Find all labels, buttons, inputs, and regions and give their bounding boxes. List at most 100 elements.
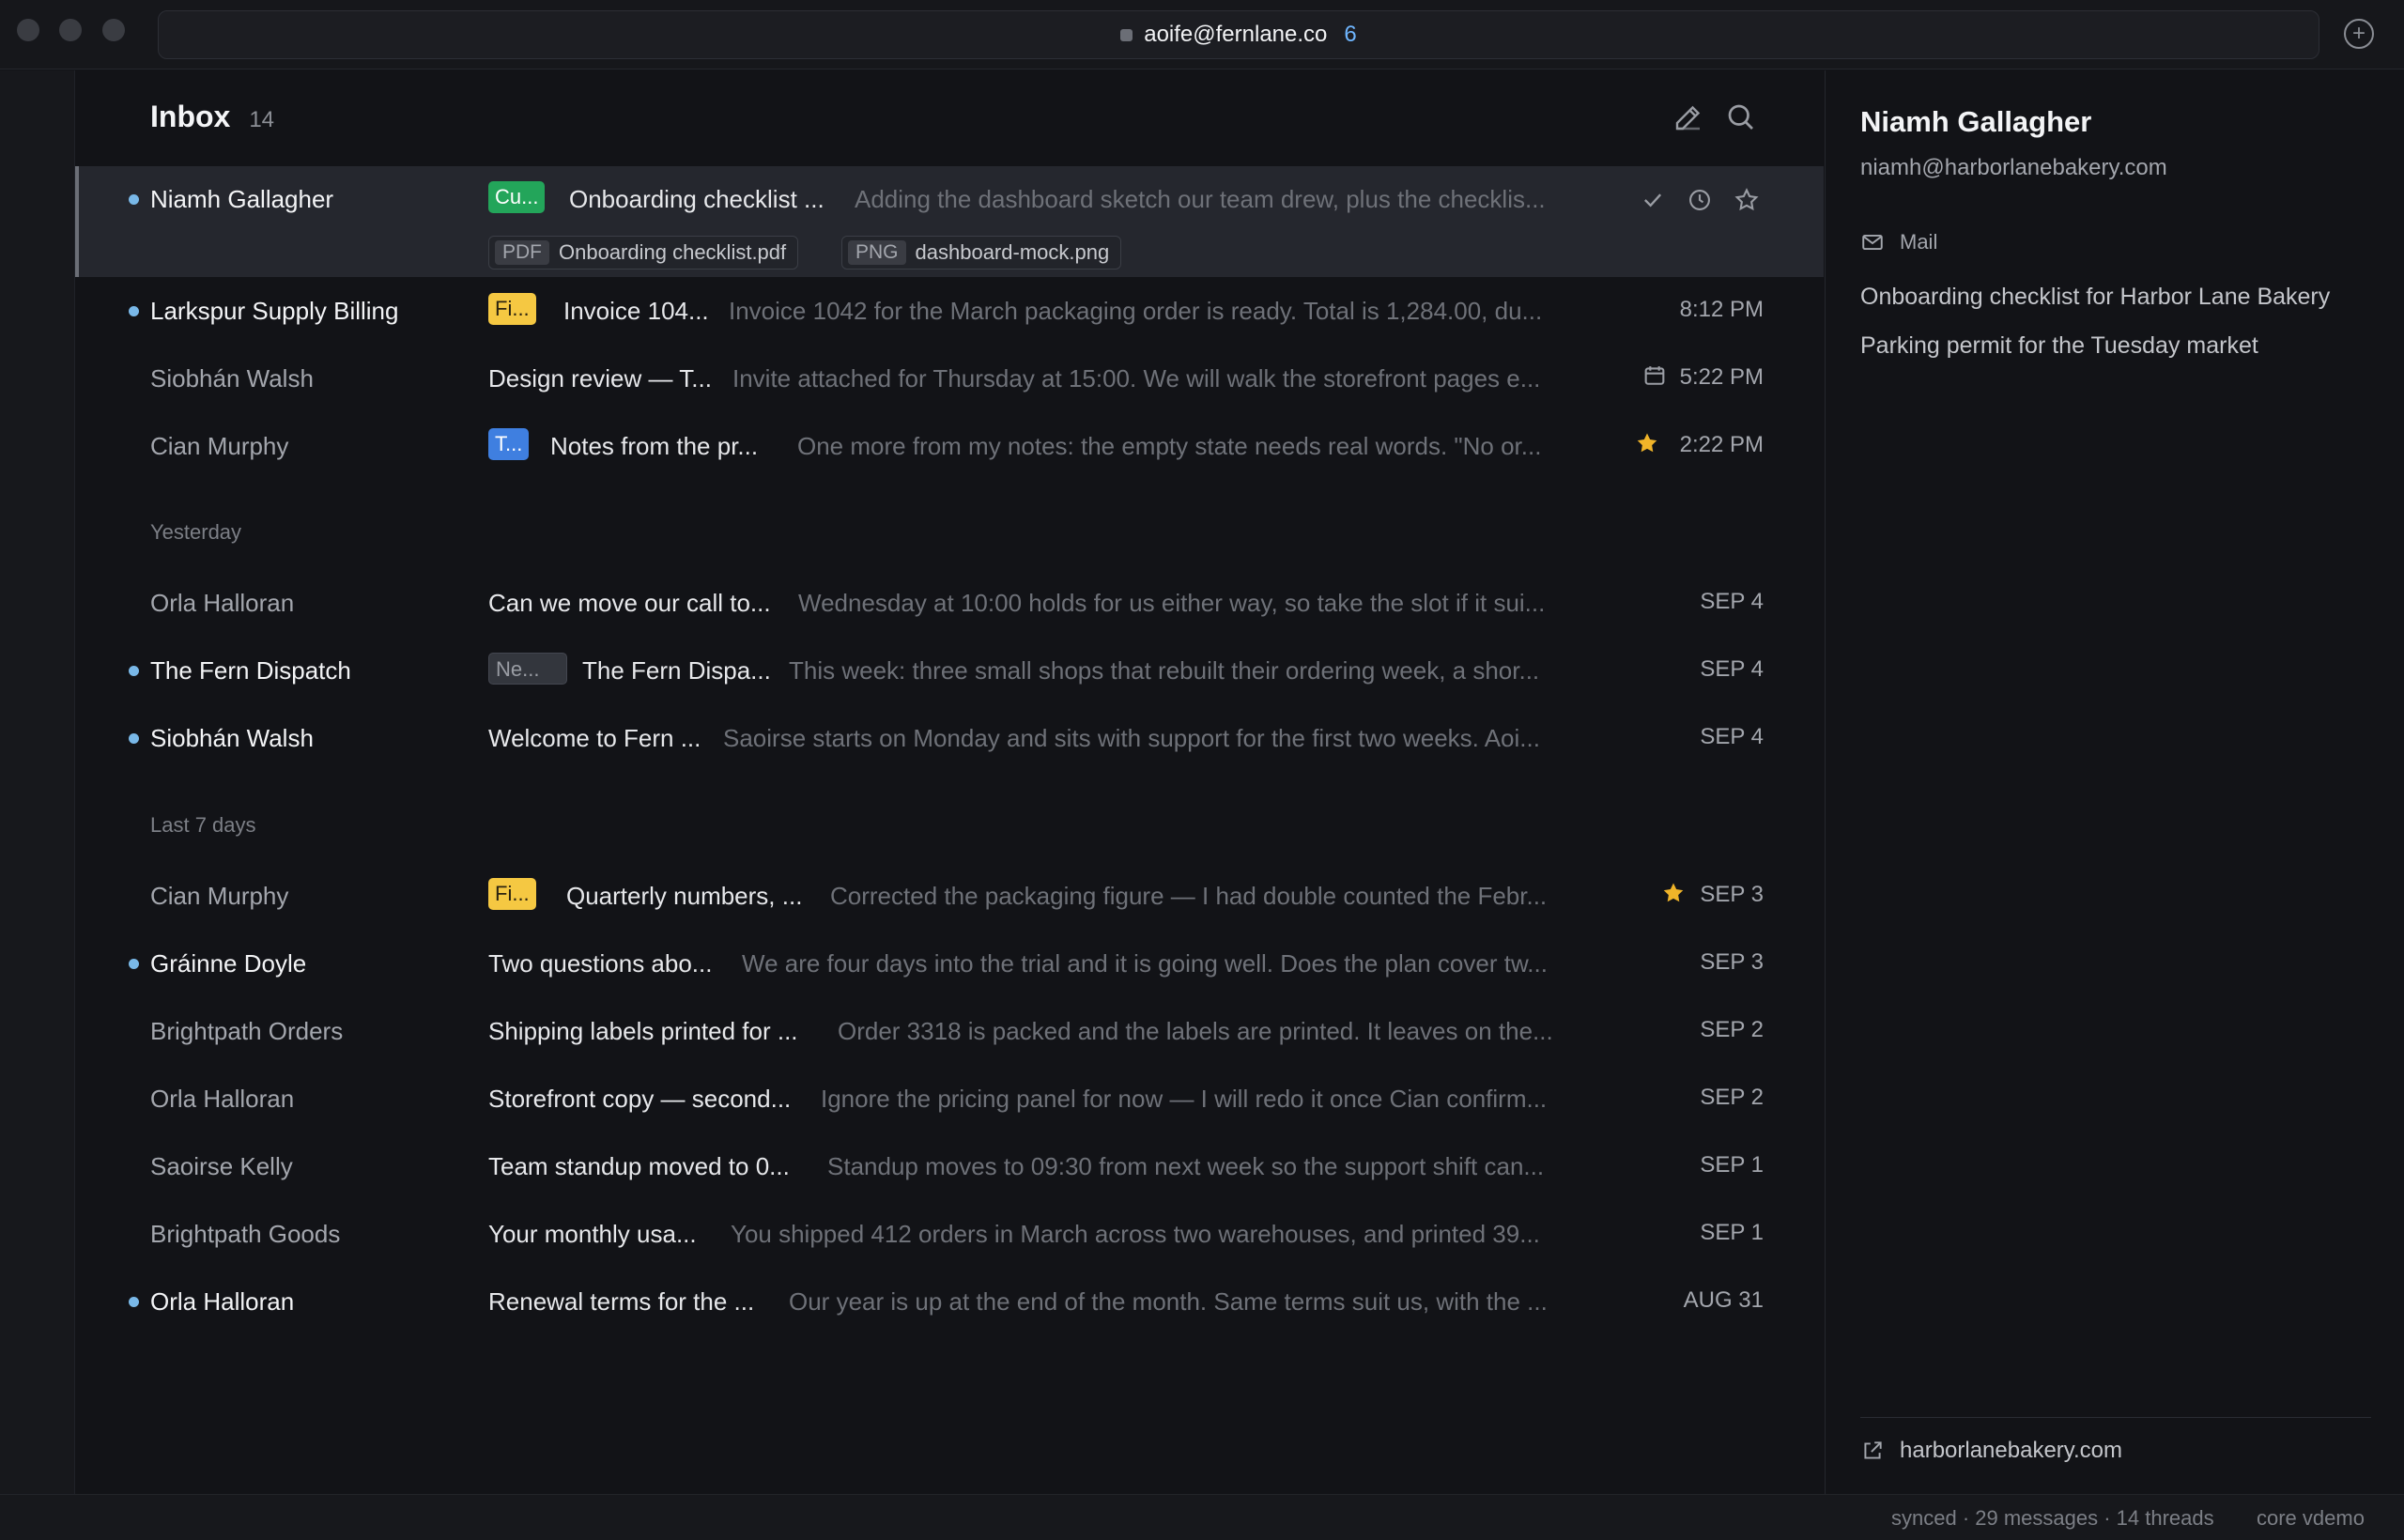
preview: Invoice 1042 for the March packaging ord… xyxy=(729,297,1543,325)
preview: This week: three small shops that rebuil… xyxy=(789,656,1540,685)
timestamp: SEP 1 xyxy=(1700,1220,1764,1245)
timestamp: SEP 4 xyxy=(1700,724,1764,749)
subject: Renewal terms for the ... xyxy=(488,1287,755,1316)
label-badge[interactable]: Fi... xyxy=(488,878,536,910)
contact-email[interactable]: niamh@harborlanebakery.com xyxy=(1860,155,2167,181)
sender: Siobhán Walsh xyxy=(150,364,314,393)
preview: Wednesday at 10:00 holds for us either w… xyxy=(798,589,1546,617)
list-item[interactable]: Larkspur Supply Billing Fi... Invoice 10… xyxy=(75,278,1824,346)
mail-icon xyxy=(1862,234,1883,251)
star-icon[interactable] xyxy=(1660,880,1687,906)
attachment-chip[interactable]: PNG dashboard-mock.png xyxy=(841,236,1122,270)
preview: You shipped 412 orders in March across t… xyxy=(731,1220,1540,1248)
plus-icon: + xyxy=(2351,21,2365,46)
list-item[interactable]: The Fern Dispatch Ne... The Fern Dispa..… xyxy=(75,638,1824,705)
section-heading: Last 7 days xyxy=(150,813,256,837)
sync-status: synced · 29 messages · 14 threads xyxy=(1891,1506,2214,1530)
timestamp: SEP 2 xyxy=(1700,1017,1764,1042)
sender: Brightpath Orders xyxy=(150,1017,344,1045)
list-item[interactable]: Saoirse Kelly Team standup moved to 0...… xyxy=(75,1133,1824,1201)
section-heading: Yesterday xyxy=(150,520,242,544)
build-info: core vdemo xyxy=(2257,1506,2365,1530)
compose-icon[interactable] xyxy=(1672,100,1705,134)
subject: Two questions abo... xyxy=(488,949,713,978)
mark-done-icon[interactable] xyxy=(1640,187,1666,213)
star-outline-icon[interactable] xyxy=(1734,187,1760,213)
subject: Quarterly numbers, ... xyxy=(566,882,803,910)
sender: The Fern Dispatch xyxy=(150,656,351,685)
minimize-window-button[interactable] xyxy=(59,19,82,41)
divider xyxy=(1860,1417,2371,1418)
timestamp: 8:12 PM xyxy=(1679,297,1764,322)
subject: Can we move our call to... xyxy=(488,589,771,617)
star-icon[interactable] xyxy=(1634,430,1660,456)
contact-thread-link[interactable]: Onboarding checklist for Harbor Lane Bak… xyxy=(1860,284,2330,311)
timestamp: 2:22 PM xyxy=(1679,432,1764,457)
status-bar: synced · 29 messages · 14 threads core v… xyxy=(0,1494,2404,1540)
mail-section-label: Mail xyxy=(1900,230,1938,254)
label-badge[interactable]: Fi... xyxy=(488,293,536,325)
list-item[interactable]: Brightpath Orders Shipping labels printe… xyxy=(75,998,1824,1066)
timestamp: SEP 1 xyxy=(1700,1152,1764,1178)
website-link[interactable]: harborlanebakery.com xyxy=(1860,1438,2122,1464)
sender: Cian Murphy xyxy=(150,432,289,460)
list-item-selected[interactable]: Niamh Gallagher Cu... Onboarding checkli… xyxy=(75,166,1824,277)
subject: Design review — T... xyxy=(488,364,712,393)
file-type-badge: PDF xyxy=(495,240,549,265)
page-title: Inbox xyxy=(150,100,231,133)
unread-dot xyxy=(129,959,139,969)
new-account-button[interactable]: + xyxy=(2344,19,2374,49)
timestamp: SEP 3 xyxy=(1700,949,1764,975)
sender: Siobhán Walsh xyxy=(150,724,314,752)
sidebar-rail xyxy=(0,70,75,1494)
mail-section-header: Mail xyxy=(1860,230,1937,254)
list-item[interactable]: Orla Halloran Renewal terms for the ... … xyxy=(75,1269,1824,1336)
sender: Gráinne Doyle xyxy=(150,949,307,978)
list-item[interactable]: Cian Murphy T... Notes from the pr... On… xyxy=(75,413,1824,481)
preview: One more from my notes: the empty state … xyxy=(797,432,1542,460)
preview: Order 3318 is packed and the labels are … xyxy=(838,1017,1553,1045)
sender: Niamh Gallagher xyxy=(150,185,334,213)
unread-dot xyxy=(129,306,139,316)
label-badge[interactable]: Cu... xyxy=(488,181,546,213)
label-badge[interactable]: Ne... xyxy=(488,653,567,685)
unread-dot xyxy=(129,733,139,744)
external-link-icon xyxy=(1864,1441,1882,1459)
preview: Corrected the packaging figure — I had d… xyxy=(830,882,1548,910)
list-item[interactable]: Brightpath Goods Your monthly usa... You… xyxy=(75,1201,1824,1269)
list-item[interactable]: Orla Halloran Can we move our call to...… xyxy=(75,570,1824,638)
preview: Our year is up at the end of the month. … xyxy=(789,1287,1548,1316)
timestamp: SEP 4 xyxy=(1700,589,1764,614)
list-item[interactable]: Siobhán Walsh Welcome to Fern ... Saoirs… xyxy=(75,705,1824,773)
snooze-clock-icon[interactable] xyxy=(1687,187,1713,213)
label-badge[interactable]: T... xyxy=(488,428,530,460)
message-list: Inbox 14 Niamh Gallagher Cu... Onboardin… xyxy=(75,70,1824,1494)
contact-name: Niamh Gallagher xyxy=(1860,105,2092,138)
contact-thread-link[interactable]: Parking permit for the Tuesday market xyxy=(1860,332,2258,360)
subject: Onboarding checklist ... xyxy=(569,185,824,213)
timestamp: SEP 3 xyxy=(1700,882,1764,907)
sender: Saoirse Kelly xyxy=(150,1152,293,1180)
inbox-count: 14 xyxy=(249,107,275,132)
title-bar: aoife@fernlane.co 6 + xyxy=(0,0,2404,69)
zoom-window-button[interactable] xyxy=(102,19,125,41)
row-actions xyxy=(1640,187,1760,213)
list-item[interactable]: Orla Halloran Storefront copy — second..… xyxy=(75,1066,1824,1133)
website-url: harborlanebakery.com xyxy=(1900,1438,2123,1463)
sender: Orla Halloran xyxy=(150,1287,295,1316)
subject: Storefront copy — second... xyxy=(488,1085,792,1113)
account-status-icon xyxy=(1120,28,1133,41)
sender: Larkspur Supply Billing xyxy=(150,297,399,325)
list-item[interactable]: Gráinne Doyle Two questions abo... We ar… xyxy=(75,931,1824,998)
search-icon[interactable] xyxy=(1724,100,1758,134)
attachment-chip[interactable]: PDF Onboarding checklist.pdf xyxy=(488,236,799,270)
timestamp: 5:22 PM xyxy=(1679,364,1764,390)
attachment-name: dashboard-mock.png xyxy=(915,240,1110,264)
subject: Your monthly usa... xyxy=(488,1220,697,1248)
timestamp: AUG 31 xyxy=(1683,1287,1764,1313)
sender: Brightpath Goods xyxy=(150,1220,341,1248)
list-item[interactable]: Cian Murphy Fi... Quarterly numbers, ...… xyxy=(75,863,1824,931)
list-item[interactable]: Siobhán Walsh Design review — T... Invit… xyxy=(75,346,1824,413)
account-switcher[interactable]: aoife@fernlane.co 6 xyxy=(158,10,2319,59)
close-window-button[interactable] xyxy=(17,19,39,41)
